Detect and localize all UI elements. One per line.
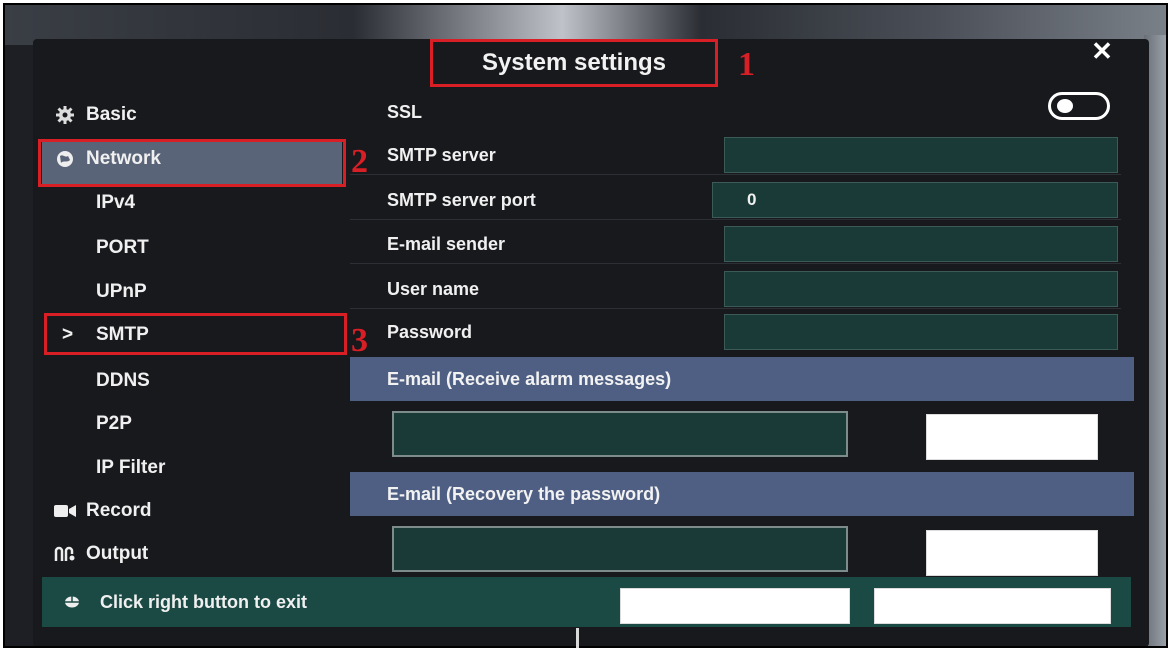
recovery-email-button[interactable] [926,530,1098,576]
sidebar-item-port[interactable]: PORT [96,233,149,263]
footer-button-left[interactable] [620,588,850,624]
sidebar-item-ip-filter[interactable]: IP Filter [96,453,165,483]
sidebar-item-label: PORT [96,237,149,258]
username-row: User name [350,269,1121,309]
sidebar-item-output[interactable]: Output [52,539,148,569]
sidebar-item-label: UPnP [96,281,147,302]
footer-button-right[interactable] [874,588,1111,624]
sidebar-item-label: Record [86,500,152,521]
output-icon [52,545,78,563]
recovery-email-section-header: E-mail (Recovery the password) [350,472,1134,516]
field-label: User name [387,279,480,299]
field-label: Password [387,322,473,342]
sidebar-item-record[interactable]: Record [52,496,151,526]
sidebar-item-p2p[interactable]: P2P [96,409,132,439]
sidebar-item-ipv4[interactable]: IPv4 [96,188,135,218]
ssl-row: SSL [350,94,1121,134]
email-sender-input[interactable] [724,226,1118,262]
sidebar-item-label: IP Filter [96,457,166,478]
sidebar-item-ddns[interactable]: DDNS [96,366,150,396]
chevron-right-icon: > [62,324,74,345]
alarm-email-section-header: E-mail (Receive alarm messages) [350,357,1134,401]
sidebar-item-network[interactable]: Network [52,144,161,174]
field-label: SMTP server [387,145,496,165]
globe-icon [52,150,78,168]
camera-icon [52,504,78,518]
footer-hint: Click right button to exit [64,577,307,627]
smtp-port-row: SMTP server port 0 [350,180,1121,220]
sidebar-item-smtp[interactable]: > SMTP [62,320,149,350]
sidebar-item-label: Output [86,543,149,564]
ssl-toggle[interactable] [1048,92,1110,120]
recovery-email-input[interactable] [392,526,848,572]
close-icon[interactable]: ✕ [1089,36,1115,66]
smtp-server-row: SMTP server [350,135,1121,175]
ssl-label: SSL [387,102,423,122]
alarm-email-button[interactable] [926,414,1098,460]
sidebar-item-label: P2P [96,413,132,434]
dialog-title-text: System settings [481,49,667,76]
username-input[interactable] [724,271,1118,307]
toggle-knob [1057,99,1073,113]
gear-icon [52,106,78,124]
background-mark [576,628,579,648]
smtp-server-input[interactable] [724,137,1118,173]
smtp-port-input[interactable]: 0 [712,182,1118,218]
password-row: Password [350,312,1121,352]
sidebar-item-label: DDNS [96,370,150,391]
field-label: E-mail sender [387,234,506,254]
sidebar-item-label: IPv4 [96,192,136,213]
annotation-number-1: 1 [738,46,755,83]
sidebar-item-label: Network [86,148,161,169]
email-sender-row: E-mail sender [350,224,1121,264]
sidebar-item-basic[interactable]: Basic [52,100,137,130]
sidebar-item-label: Basic [86,104,137,125]
mouse-icon [64,596,80,608]
footer-hint-text: Click right button to exit [100,592,307,612]
alarm-email-input[interactable] [392,411,848,457]
field-label: SMTP server port [387,190,536,210]
dialog-title: System settings [430,39,718,87]
sidebar-item-upnp[interactable]: UPnP [96,277,147,307]
footer-bar: Click right button to exit [42,577,1131,627]
sidebar-item-label: SMTP [96,324,149,345]
password-input[interactable] [724,314,1118,350]
